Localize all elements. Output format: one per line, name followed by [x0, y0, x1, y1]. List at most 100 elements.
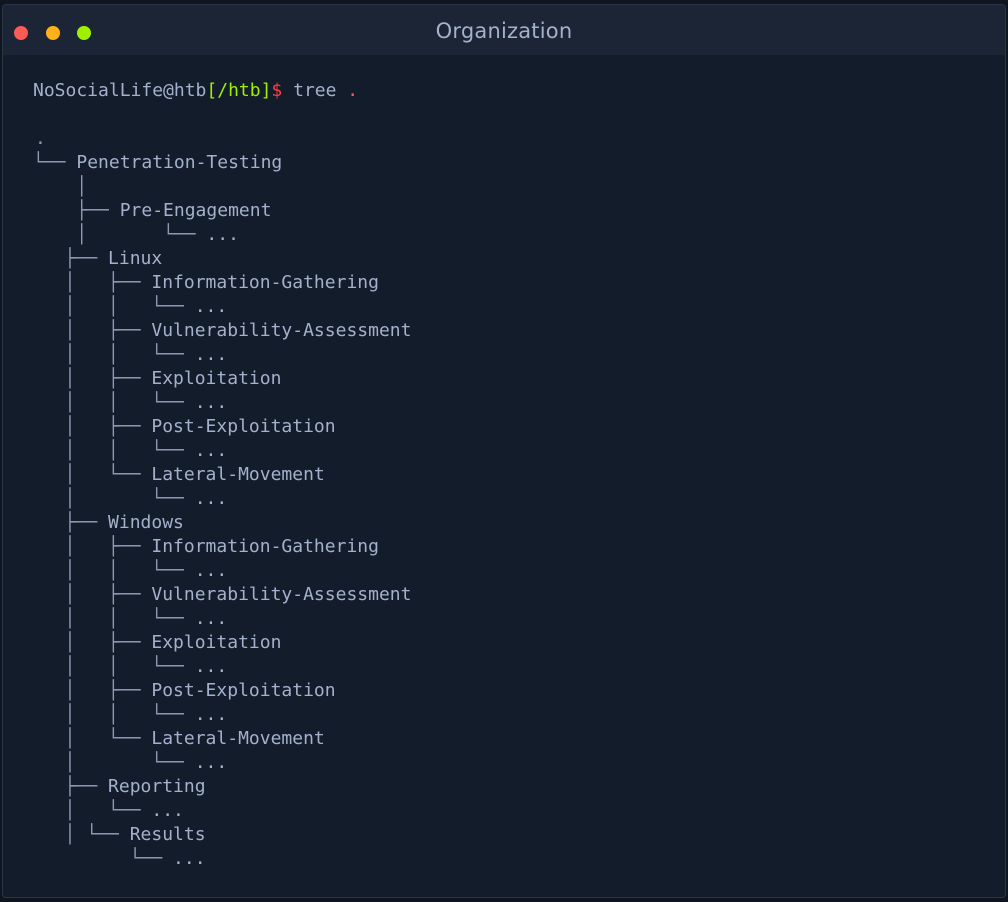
tree-line: │ └── ... [43, 751, 228, 775]
tree-line: │ ├── Exploitation [43, 631, 282, 655]
tree-branch-glyph: │ ├── [43, 416, 152, 437]
tree-branch-glyph: │ │ └── [43, 560, 195, 581]
tree-ellipsis: ... [194, 344, 228, 365]
tree-line: │ │ └── ... [43, 655, 228, 679]
tree-entry-name: Windows [108, 512, 184, 533]
tree-ellipsis: ... [194, 392, 228, 413]
tree-line: │ ├── Information-Gathering [43, 271, 379, 295]
command-text: tree [282, 80, 337, 101]
tree-entry-name: Information-Gathering [151, 536, 379, 557]
tree-ellipsis: ... [194, 440, 228, 461]
tree-branch-glyph: │ │ └── [43, 344, 195, 365]
tree-line: ├── Linux [43, 247, 163, 271]
tree-line: │ └── Results [43, 823, 206, 847]
prompt-line: NoSocialLife@htb[/htb]$ tree . [33, 79, 358, 103]
tree-branch-glyph: └── [43, 848, 174, 869]
tree-line: │ ├── Exploitation [43, 367, 282, 391]
title-bar: Organization [3, 5, 1005, 55]
tree-line: . [35, 127, 46, 151]
tree-line: │ [33, 175, 87, 199]
tree-branch-glyph: │ └── [33, 224, 207, 245]
tree-line: │ └── Lateral-Movement [43, 463, 325, 487]
tree-entry-name: Information-Gathering [151, 272, 379, 293]
tree-branch-glyph: │ │ └── [43, 656, 195, 677]
tree-branch-glyph: │ └── [43, 824, 130, 845]
tree-branch-glyph: │ ├── [43, 584, 152, 605]
tree-line: │ ├── Post-Exploitation [43, 415, 336, 439]
tree-branch-glyph: │ ├── [43, 680, 152, 701]
tree-ellipsis: ... [194, 752, 228, 773]
tree-line: │ │ └── ... [43, 391, 228, 415]
tree-branch-glyph: │ └── [43, 464, 152, 485]
tree-line: └── Penetration-Testing [33, 151, 282, 175]
tree-line: │ └── ... [43, 799, 184, 823]
tree-ellipsis: ... [194, 704, 228, 725]
prompt-directory: [/htb] [206, 80, 272, 101]
tree-branch-glyph: │ ├── [43, 368, 152, 389]
tree-branch-glyph: │ └── [43, 488, 195, 509]
tree-ellipsis: ... [173, 848, 206, 869]
tree-branch-glyph: │ │ └── [43, 440, 195, 461]
tree-branch-glyph: └── [33, 152, 77, 173]
tree-line: │ │ └── ... [43, 295, 228, 319]
tree-entry-name: Exploitation [151, 632, 282, 653]
tree-line: │ └── Lateral-Movement [43, 727, 325, 751]
tree-line: │ │ └── ... [43, 343, 228, 367]
tree-line: │ ├── Post-Exploitation [43, 679, 336, 703]
tree-line: │ ├── Vulnerability-Assessment [43, 319, 412, 343]
tree-line: ├── Reporting [43, 775, 206, 799]
tree-branch-glyph: ├── [43, 512, 109, 533]
tree-entry-name: Lateral-Movement [151, 464, 325, 485]
tree-branch-glyph: │ └── [43, 800, 152, 821]
tree-entry-name: Lateral-Movement [151, 728, 325, 749]
tree-ellipsis: ... [194, 656, 228, 677]
tree-branch-glyph: . [35, 128, 46, 149]
tree-entry-name: Post-Exploitation [151, 680, 336, 701]
tree-entry-name: Exploitation [151, 368, 282, 389]
terminal-window: Organization NoSocialLife@htb[/htb]$ tre… [2, 4, 1006, 898]
tree-line: │ │ └── ... [43, 439, 228, 463]
tree-ellipsis: ... [151, 800, 184, 821]
tree-line: │ └── ... [33, 223, 239, 247]
tree-line: │ │ └── ... [43, 559, 228, 583]
tree-line: │ └── ... [43, 487, 228, 511]
tree-branch-glyph: │ │ └── [43, 296, 195, 317]
tree-line: │ │ └── ... [43, 607, 228, 631]
tree-branch-glyph: │ ├── [43, 536, 152, 557]
command-argument: . [336, 80, 359, 101]
tree-branch-glyph: ├── [43, 776, 109, 797]
tree-ellipsis: ... [194, 488, 228, 509]
tree-branch-glyph: │ └── [43, 728, 152, 749]
tree-entry-name: Penetration-Testing [76, 152, 283, 173]
tree-entry-name: Pre-Engagement [119, 200, 272, 221]
tree-ellipsis: ... [206, 224, 239, 245]
tree-branch-glyph: │ │ └── [43, 608, 195, 629]
tree-entry-name: Vulnerability-Assessment [151, 320, 412, 341]
tree-branch-glyph: ├── [33, 200, 120, 221]
tree-branch-glyph: │ [33, 176, 88, 197]
tree-branch-glyph: ├── [43, 248, 109, 269]
tree-branch-glyph: │ ├── [43, 320, 152, 341]
tree-line: └── ... [43, 847, 206, 871]
tree-entry-name: Linux [108, 248, 163, 269]
tree-entry-name: Vulnerability-Assessment [151, 584, 412, 605]
tree-line: │ ├── Vulnerability-Assessment [43, 583, 412, 607]
prompt-symbol: $ [271, 80, 283, 101]
tree-line: ├── Pre-Engagement [33, 199, 271, 223]
tree-ellipsis: ... [194, 296, 228, 317]
tree-branch-glyph: │ └── [43, 752, 195, 773]
window-title: Organization [435, 19, 573, 43]
tree-branch-glyph: │ │ └── [43, 392, 195, 413]
tree-line: │ ├── Information-Gathering [43, 535, 379, 559]
tree-ellipsis: ... [194, 560, 228, 581]
prompt-user-host: NoSocialLife@htb [33, 80, 207, 101]
tree-entry-name: Post-Exploitation [151, 416, 336, 437]
tree-entry-name: Reporting [108, 776, 206, 797]
terminal-body[interactable]: NoSocialLife@htb[/htb]$ tree . . └── Pene… [3, 55, 1005, 897]
tree-line: ├── Windows [43, 511, 184, 535]
tree-ellipsis: ... [194, 608, 228, 629]
tree-branch-glyph: │ │ └── [43, 704, 195, 725]
tree-line: │ │ └── ... [43, 703, 228, 727]
tree-branch-glyph: │ ├── [43, 272, 152, 293]
tree-entry-name: Results [129, 824, 206, 845]
